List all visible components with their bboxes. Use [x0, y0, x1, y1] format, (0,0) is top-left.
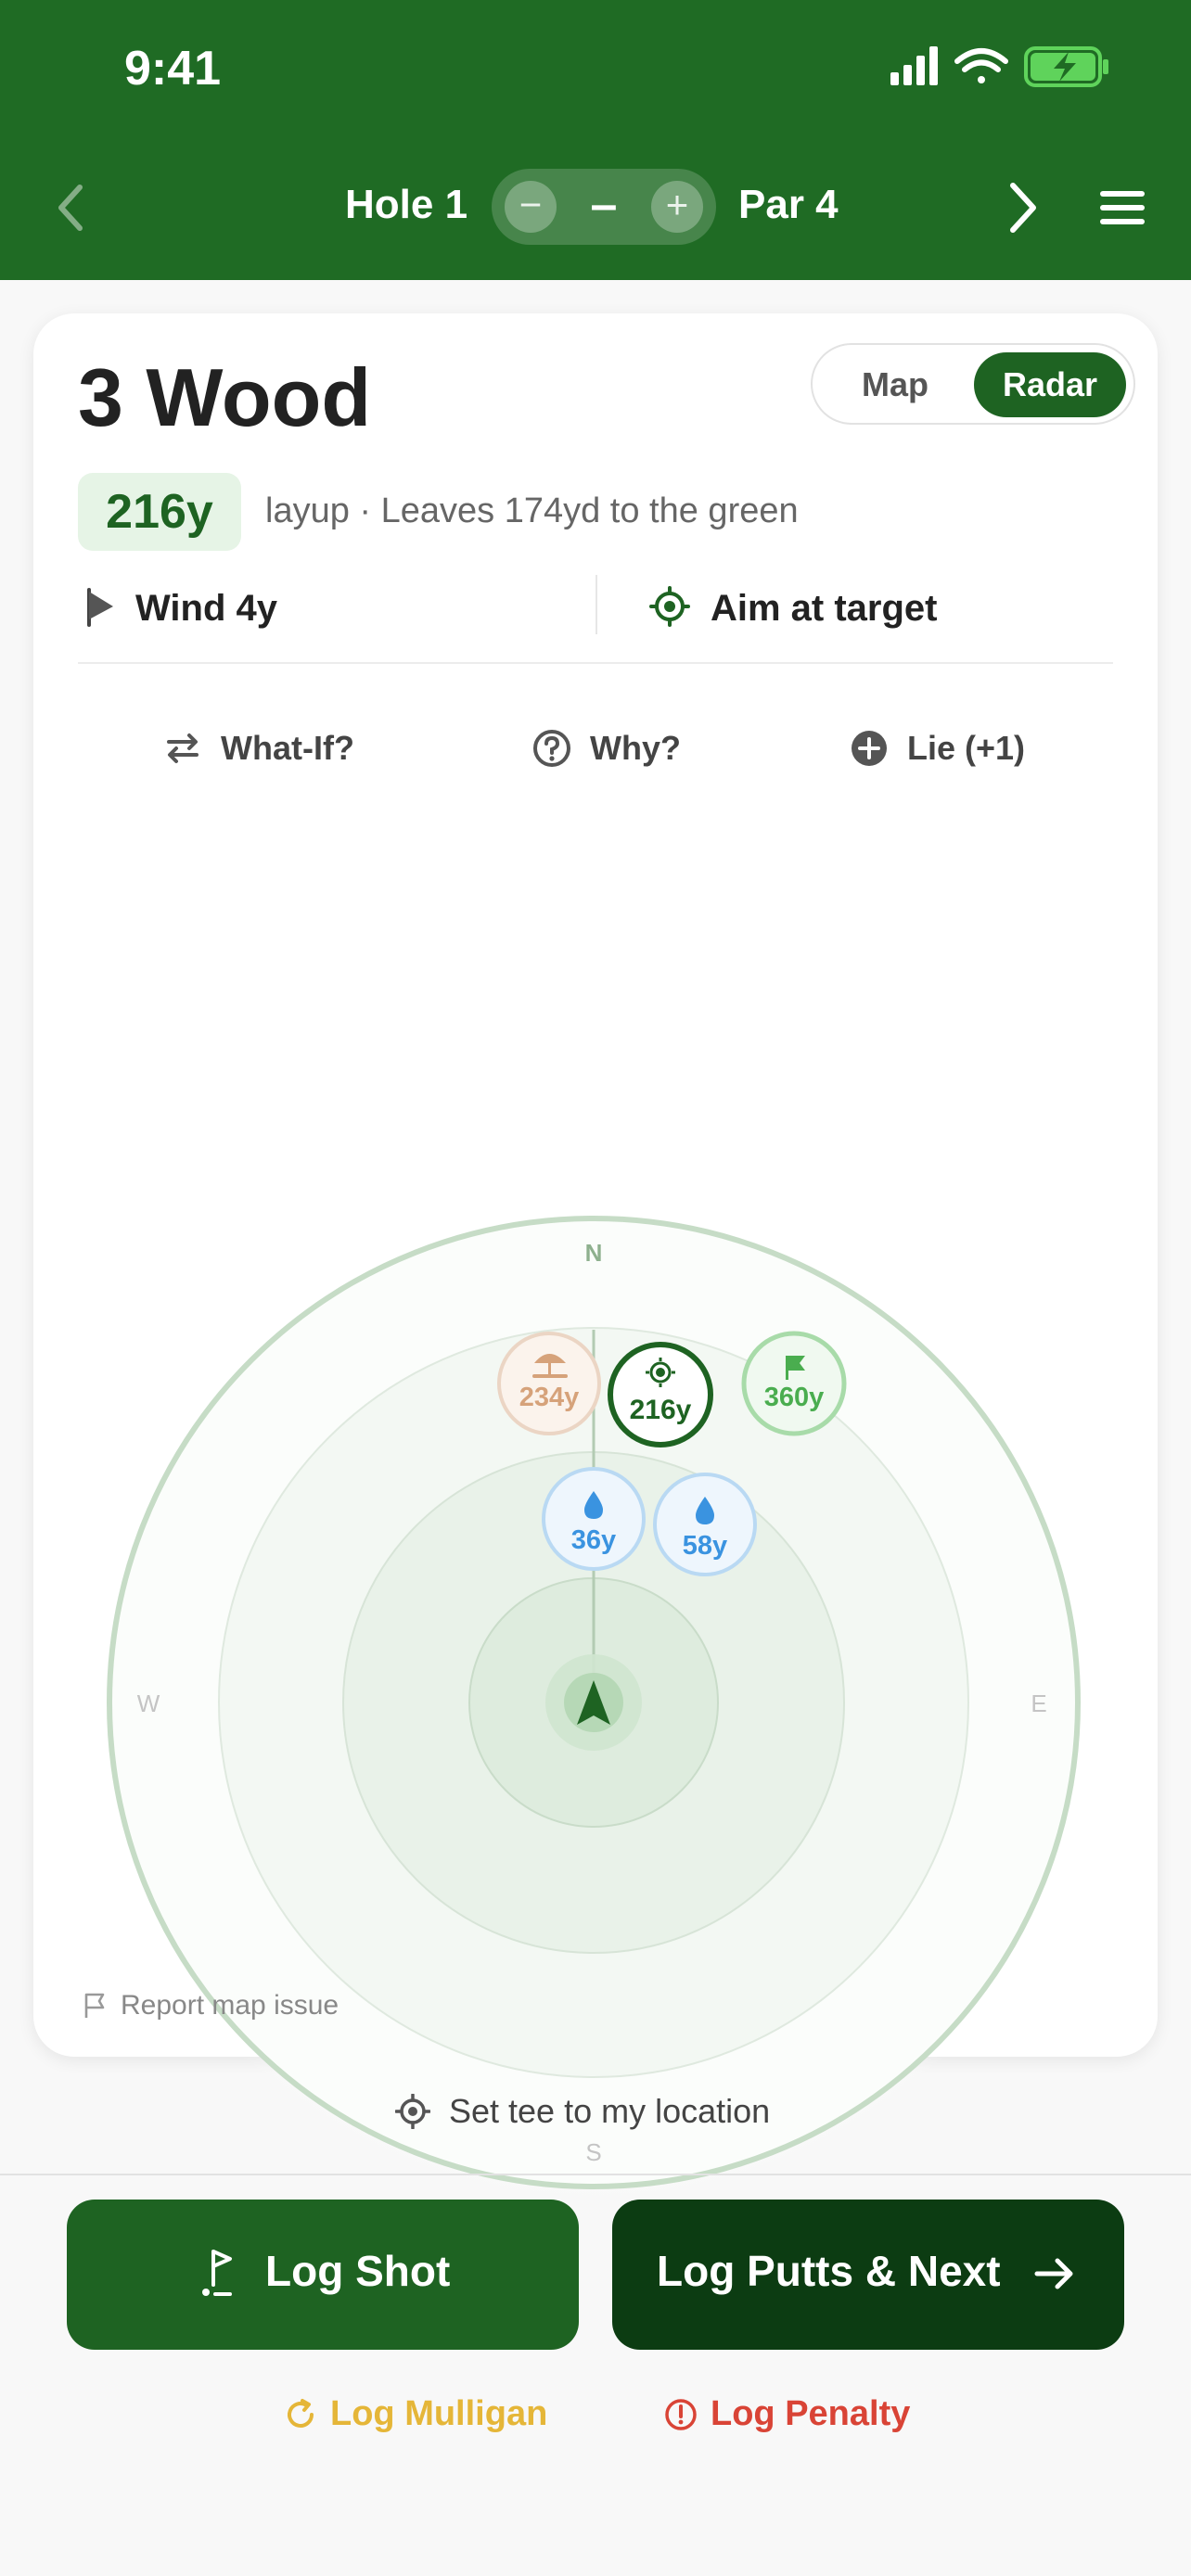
log-putts-label: Log Putts & Next — [657, 2247, 1001, 2295]
lie-label: Lie (+1) — [907, 729, 1026, 767]
bottom-divider — [0, 2174, 1191, 2175]
refresh-icon — [288, 2399, 314, 2428]
report-map-issue-link[interactable]: Report map issue — [82, 1988, 378, 2025]
alert-circle-icon — [665, 2399, 697, 2430]
set-tee-label: Set tee to my location — [449, 2092, 771, 2130]
hole-stepper: − – + — [492, 169, 716, 245]
compass-west: W — [137, 1690, 160, 1717]
swap-arrows-icon — [167, 733, 198, 763]
log-penalty-label: Log Penalty — [711, 2394, 911, 2433]
water-hazard-marker-right[interactable]: 58y — [653, 1473, 757, 1576]
water-left-distance: 36y — [571, 1525, 616, 1555]
menu-icon[interactable] — [1098, 189, 1146, 226]
set-tee-button[interactable]: Set tee to my location — [395, 2090, 803, 2135]
wifi-icon — [954, 48, 1008, 83]
par-label: Par 4 — [738, 182, 839, 227]
stepper-value: – — [590, 178, 618, 232]
hole-navigation: Hole 1 − – + Par 4 — [0, 165, 1191, 249]
player-location-marker — [545, 1654, 642, 1751]
distance-badge: 216y — [78, 473, 241, 551]
compass-south: S — [585, 2138, 601, 2166]
bunker-distance: 234y — [519, 1383, 580, 1412]
log-shot-label: Log Shot — [265, 2247, 451, 2295]
layup-description: layup · Leaves 174yd to the green — [265, 491, 799, 530]
plus-circle-icon — [852, 731, 887, 766]
club-name: 3 Wood — [78, 351, 372, 443]
radar-view[interactable]: N E S W 234y 360y 216y 36y 58y — [33, 814, 1158, 2279]
what-if-label: What-If? — [221, 729, 354, 767]
log-shot-button[interactable]: Log Shot — [67, 2200, 579, 2350]
shot-info-row: Wind 4y Aim at target — [78, 575, 1113, 664]
report-map-issue-label: Report map issue — [121, 1990, 339, 2021]
chevron-right-icon[interactable] — [1002, 178, 1043, 237]
water-right-distance: 58y — [683, 1531, 727, 1561]
log-mulligan-label: Log Mulligan — [330, 2394, 548, 2433]
crosshair-icon — [649, 586, 690, 627]
info-divider — [596, 575, 597, 634]
increment-button[interactable]: + — [651, 181, 703, 233]
golf-flag-icon — [202, 2250, 232, 2296]
view-toggle: Map Radar — [811, 343, 1135, 425]
question-circle-icon — [533, 730, 570, 767]
log-putts-next-button[interactable]: Log Putts & Next — [612, 2200, 1124, 2350]
location-crosshair-icon — [395, 2094, 430, 2129]
water-hazard-marker-left[interactable]: 36y — [542, 1467, 646, 1571]
why-button[interactable]: Why? — [532, 721, 699, 777]
wind-flag-icon — [87, 588, 113, 627]
log-mulligan-button[interactable]: Log Mulligan — [284, 2392, 562, 2439]
wind-text: Wind 4y — [135, 588, 277, 629]
toggle-map[interactable]: Map — [826, 352, 965, 417]
what-if-button[interactable]: What-If? — [163, 721, 386, 777]
flag-distance: 360y — [764, 1383, 825, 1412]
aim-text: Aim at target — [711, 588, 938, 629]
why-label: Why? — [590, 729, 681, 767]
app-header: 9:41 Hole 1 − – + Par 4 — [0, 0, 1191, 280]
target-marker[interactable]: 216y — [608, 1342, 713, 1447]
battery-icon — [1024, 46, 1108, 87]
hole-label: Hole 1 — [345, 182, 468, 227]
flag-marker[interactable]: 360y — [741, 1331, 847, 1436]
toggle-radar[interactable]: Radar — [974, 352, 1126, 417]
status-time: 9:41 — [124, 42, 222, 96]
flag-outline-icon — [84, 1993, 105, 2018]
decrement-button[interactable]: − — [505, 181, 557, 233]
shot-card: 3 Wood Map Radar 216y layup · Leaves 174… — [33, 313, 1158, 2203]
status-icons — [890, 46, 1108, 87]
compass-east: E — [1031, 1690, 1046, 1717]
bunker-marker[interactable]: 234y — [497, 1332, 601, 1435]
target-distance: 216y — [630, 1395, 692, 1425]
compass-north: N — [585, 1239, 603, 1267]
lie-button[interactable]: Lie (+1) — [850, 721, 1054, 777]
shot-actions: What-If? Why? Lie (+1) — [33, 721, 1158, 777]
signal-icon — [890, 46, 938, 85]
chevron-left-icon[interactable] — [52, 180, 89, 236]
log-penalty-button[interactable]: Log Penalty — [664, 2392, 942, 2439]
arrow-right-icon — [1034, 2258, 1073, 2289]
